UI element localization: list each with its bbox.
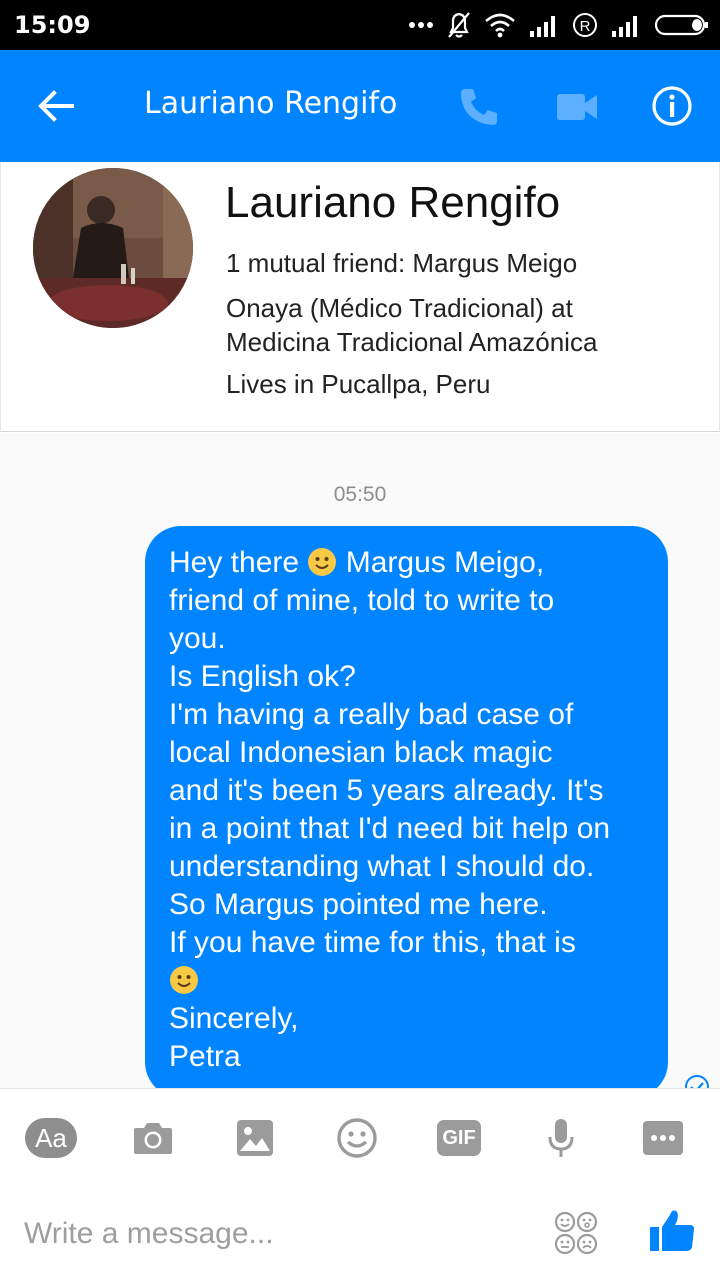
thumbs-up-icon[interactable]	[648, 1207, 696, 1255]
message-line: and it's been 5 years already. It's	[169, 774, 604, 807]
smile-emoji-icon	[308, 548, 337, 576]
video-camera-icon[interactable]	[555, 88, 599, 126]
profile-name: Lauriano Rengifo	[225, 178, 561, 227]
camera-button[interactable]	[126, 1115, 180, 1161]
location: Lives in Pucallpa, Peru	[226, 369, 491, 399]
app-bar: Lauriano Rengifo	[0, 50, 720, 162]
status-time: 15:09	[14, 11, 91, 39]
text-style-button[interactable]: Aa	[24, 1115, 78, 1161]
message-line: So Margus pointed me here.	[169, 888, 548, 921]
status-icons: R	[408, 8, 710, 42]
smile-emoji-icon	[170, 966, 198, 994]
message-line: Is English ok?	[169, 660, 356, 693]
mute-bell-icon	[448, 12, 470, 38]
message-line: local Indonesian black magic	[169, 736, 553, 769]
message-input[interactable]	[24, 1209, 524, 1259]
phone-icon[interactable]	[456, 84, 502, 130]
roaming-r-icon: R	[573, 13, 597, 37]
composer: Aa GIF	[0, 1088, 720, 1280]
stickers-icon[interactable]	[554, 1211, 598, 1255]
conversation-title: Lauriano Rengifo	[144, 86, 398, 121]
message-timestamp: 05:50	[333, 483, 387, 506]
message-line: I'm having a really bad case of	[169, 698, 574, 731]
message-line: friend of mine, told to write to	[169, 584, 555, 617]
message-line: Hey there Margus Meigo,	[169, 546, 545, 579]
wifi-icon	[485, 13, 515, 38]
camera-icon	[134, 1123, 172, 1154]
battery-icon	[654, 14, 708, 36]
profile-card: Lauriano Rengifo 1 mutual friend: Margus…	[0, 162, 720, 432]
message-line: you.	[169, 622, 226, 655]
message-line: in a point that I'd need bit help on	[169, 812, 611, 845]
gallery-button[interactable]	[228, 1115, 282, 1161]
message-line	[169, 962, 646, 1000]
gif-icon: GIF	[437, 1120, 481, 1156]
emoji-button[interactable]	[330, 1115, 384, 1161]
emoji-icon	[337, 1118, 377, 1158]
svg-text:R: R	[580, 18, 591, 35]
avatar[interactable]	[33, 168, 193, 328]
microphone-icon	[548, 1119, 574, 1157]
microphone-button[interactable]	[534, 1115, 588, 1161]
avatar-photo	[33, 168, 193, 328]
status-bar: 15:09 R	[0, 0, 720, 50]
back-arrow-icon[interactable]	[34, 84, 78, 128]
info-icon[interactable]	[650, 84, 694, 128]
message-line: If you have time for this, that is	[169, 926, 576, 959]
dots-icon	[409, 22, 433, 28]
message-bubble[interactable]: Hey there Margus Meigo, friend of mine, …	[145, 526, 668, 1088]
work-line-2: Medicina Tradicional Amazónica	[226, 327, 598, 357]
signal-icon	[530, 16, 555, 37]
mutual-friends[interactable]: 1 mutual friend: Margus Meigo	[226, 246, 577, 280]
text-style-icon: Aa	[25, 1118, 77, 1158]
conversation-area[interactable]: 05:50 Hey there Margus Meigo, friend of …	[0, 433, 720, 1088]
more-button[interactable]	[636, 1115, 690, 1161]
gif-button[interactable]: GIF	[432, 1115, 486, 1161]
message-line: Petra	[169, 1040, 241, 1073]
work-line-1: Onaya (Médico Tradicional) at	[226, 293, 573, 323]
image-icon	[237, 1120, 273, 1156]
message-line: Sincerely,	[169, 1002, 299, 1035]
signal-icon	[612, 16, 637, 37]
message-line: understanding what I should do.	[169, 850, 595, 883]
more-icon	[643, 1121, 683, 1155]
